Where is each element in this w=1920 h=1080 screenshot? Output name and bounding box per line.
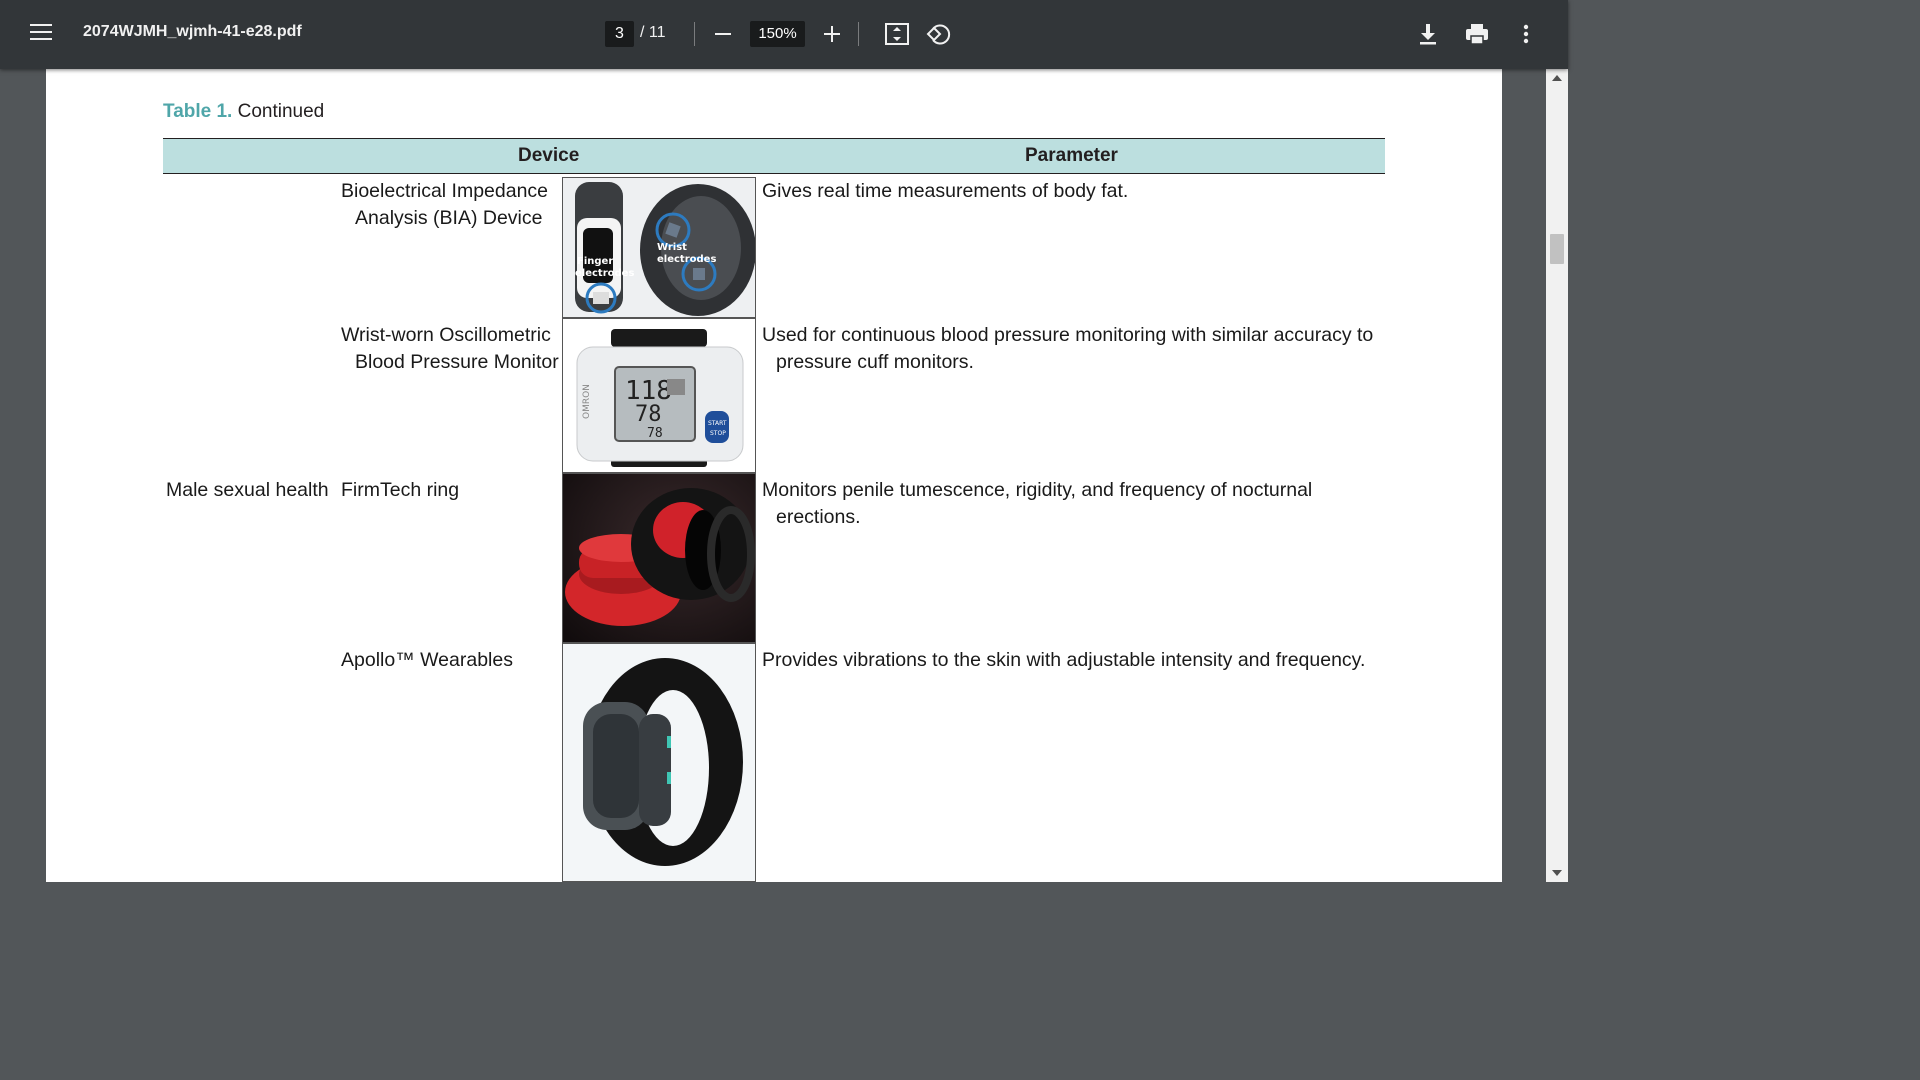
parameter-text: Used for continuous blood pressure monit… xyxy=(762,322,1373,376)
bp-monitor-image: OMRON 118 78 78 START STOP xyxy=(562,318,756,473)
page-total: / 11 xyxy=(640,24,666,41)
device-name: FirmTech ring xyxy=(341,479,460,501)
svg-text:START: START xyxy=(708,420,727,427)
table-caption: Table 1. Continued xyxy=(163,101,324,123)
scroll-up-arrow-icon[interactable] xyxy=(1552,75,1562,81)
svg-text:78: 78 xyxy=(647,426,663,441)
bia-device-image: Finger electrodes Wrist electrodes xyxy=(562,177,756,318)
download-icon[interactable] xyxy=(1413,19,1443,49)
svg-text:78: 78 xyxy=(635,402,662,427)
parameter-line: Used for continuous blood pressure monit… xyxy=(762,324,1374,346)
device-name: Wrist-worn Oscillometric Blood Pressure … xyxy=(341,322,559,376)
svg-text:electrodes: electrodes xyxy=(575,268,634,279)
zoom-in-icon[interactable] xyxy=(817,19,847,49)
device-name-line: Wrist-worn Oscillometric xyxy=(341,324,551,346)
svg-text:Wrist: Wrist xyxy=(657,242,687,253)
table-caption-text: Continued xyxy=(237,101,325,122)
scroll-thumb[interactable] xyxy=(1550,234,1564,264)
zoom-out-icon[interactable] xyxy=(708,19,738,49)
device-name: Bioelectrical Impedance Analysis (BIA) D… xyxy=(341,178,548,232)
svg-text:OMRON: OMRON xyxy=(582,384,592,419)
print-icon[interactable] xyxy=(1462,19,1492,49)
menu-icon[interactable] xyxy=(30,24,52,42)
pdf-page: Table 1. Continued Device Parameter Bioe… xyxy=(46,69,1502,882)
parameter-text: Provides vibrations to the skin with adj… xyxy=(762,649,1366,671)
svg-text:Finger: Finger xyxy=(577,256,613,267)
device-name-line: Blood Pressure Monitor xyxy=(355,351,559,373)
category-label: Male sexual health xyxy=(166,479,329,501)
parameter-line: Monitors penile tumescence, rigidity, an… xyxy=(762,479,1313,501)
vertical-scrollbar[interactable] xyxy=(1546,69,1568,882)
parameter-line: pressure cuff monitors. xyxy=(776,351,974,373)
page-number-input[interactable]: 3 xyxy=(605,21,634,47)
file-title: 2074WJMH_wjmh-41-e28.pdf xyxy=(83,23,302,40)
parameter-text: Monitors penile tumescence, rigidity, an… xyxy=(762,477,1312,531)
toolbar-divider xyxy=(858,22,859,46)
pdf-toolbar: 2074WJMH_wjmh-41-e28.pdf 3 / 11 150% xyxy=(0,0,1568,69)
device-name-line: Analysis (BIA) Device xyxy=(355,207,543,229)
table-caption-label: Table 1. xyxy=(163,101,233,122)
table-header: Device Parameter xyxy=(163,138,1385,174)
svg-text:electrodes: electrodes xyxy=(657,254,716,265)
fit-page-icon[interactable] xyxy=(882,19,912,49)
toolbar-divider xyxy=(694,22,695,46)
firmtech-ring-image xyxy=(562,473,756,643)
header-device: Device xyxy=(518,145,580,166)
device-name: Apollo™ Wearables xyxy=(341,649,513,671)
parameter-text: Gives real time measurements of body fat… xyxy=(762,180,1129,202)
svg-text:STOP: STOP xyxy=(710,430,726,437)
scroll-down-arrow-icon[interactable] xyxy=(1552,870,1562,876)
more-options-icon[interactable] xyxy=(1511,19,1541,49)
apollo-wearable-image xyxy=(562,643,756,882)
rotate-icon[interactable] xyxy=(925,19,955,49)
zoom-level-input[interactable]: 150% xyxy=(750,21,805,47)
device-name-line: Bioelectrical Impedance xyxy=(341,180,549,202)
header-parameter: Parameter xyxy=(1025,145,1118,166)
parameter-line: erections. xyxy=(776,506,861,528)
